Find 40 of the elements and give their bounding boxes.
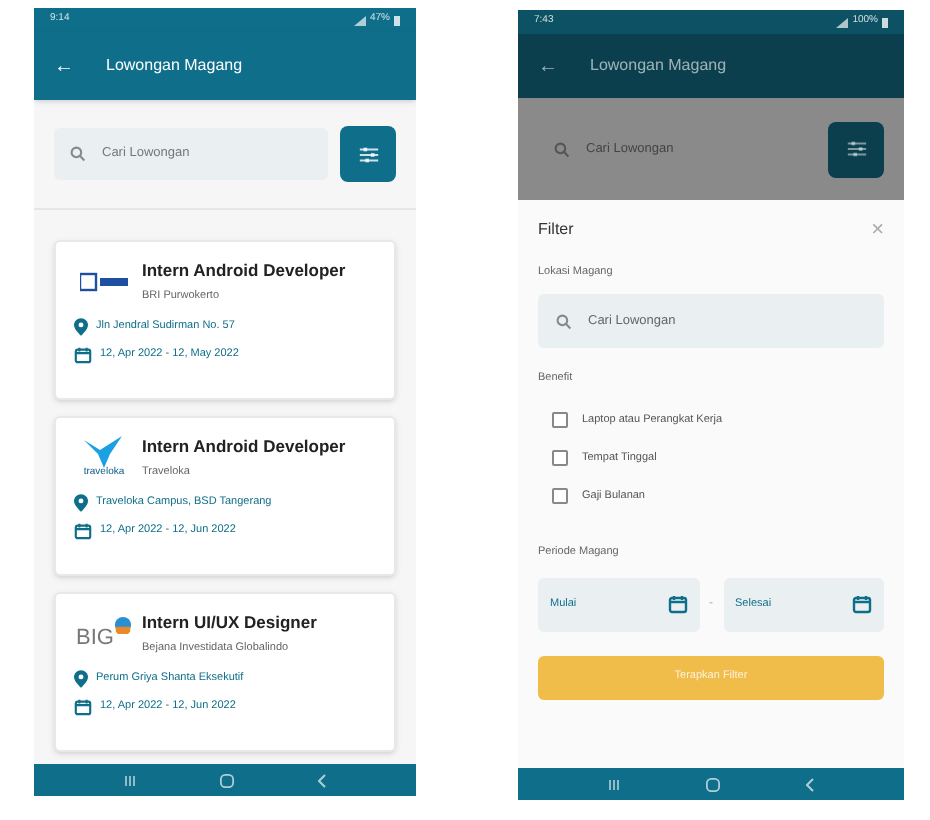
job-title: Intern Android Developer xyxy=(142,260,346,282)
location-pin-icon xyxy=(74,493,88,512)
battery-icon xyxy=(394,15,400,25)
bird-logo xyxy=(82,436,126,469)
signal-icon xyxy=(353,15,366,25)
calendar-icon xyxy=(74,345,92,364)
back-icon[interactable] xyxy=(805,777,814,791)
home-icon[interactable] xyxy=(220,773,234,787)
filter-button[interactable] xyxy=(340,126,396,182)
filter-button[interactable] xyxy=(828,121,884,177)
signal-icon xyxy=(836,17,849,27)
back-button[interactable]: ← xyxy=(538,51,558,81)
search-icon xyxy=(556,313,572,330)
location-pin-icon xyxy=(74,669,88,688)
job-title: Intern UI/UX Designer xyxy=(142,612,317,634)
recent-apps-icon[interactable] xyxy=(124,775,136,785)
calendar-icon xyxy=(74,697,92,716)
globe-logo xyxy=(113,616,132,635)
bank-logo xyxy=(80,271,128,292)
location-pin-icon xyxy=(74,317,88,336)
search-icon xyxy=(70,146,86,162)
filter-icon xyxy=(357,143,379,165)
calendar-icon xyxy=(852,594,872,614)
checkbox[interactable] xyxy=(552,449,568,466)
logo-text: BIG xyxy=(76,628,114,651)
back-icon[interactable] xyxy=(318,773,326,787)
job-title: Intern Android Developer xyxy=(142,436,346,458)
recent-apps-icon[interactable] xyxy=(608,779,621,789)
home-icon[interactable] xyxy=(705,777,720,791)
checkbox[interactable] xyxy=(552,411,568,428)
battery-icon xyxy=(882,17,888,27)
back-button[interactable]: ← xyxy=(54,51,74,81)
sheet-title: Filter xyxy=(538,218,574,242)
search-icon xyxy=(554,141,570,157)
app-title: Lowongan Magang xyxy=(106,54,243,78)
filter-icon xyxy=(845,138,867,160)
app-title: Lowongan Magang xyxy=(590,54,727,78)
calendar-icon xyxy=(667,594,687,614)
checkbox[interactable] xyxy=(552,488,568,505)
calendar-icon xyxy=(74,521,92,540)
